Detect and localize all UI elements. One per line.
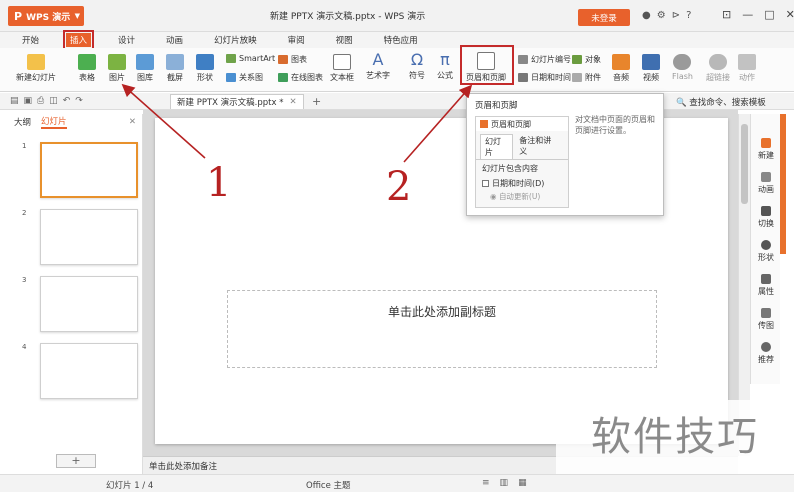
arrow-to-header-footer bbox=[403, 84, 473, 163]
annotation-label-2: 2 bbox=[386, 164, 412, 210]
watermark: 软件技巧 bbox=[556, 400, 794, 474]
arrow-to-insert-tab bbox=[121, 83, 206, 159]
annotation-label-1: 1 bbox=[206, 160, 232, 206]
